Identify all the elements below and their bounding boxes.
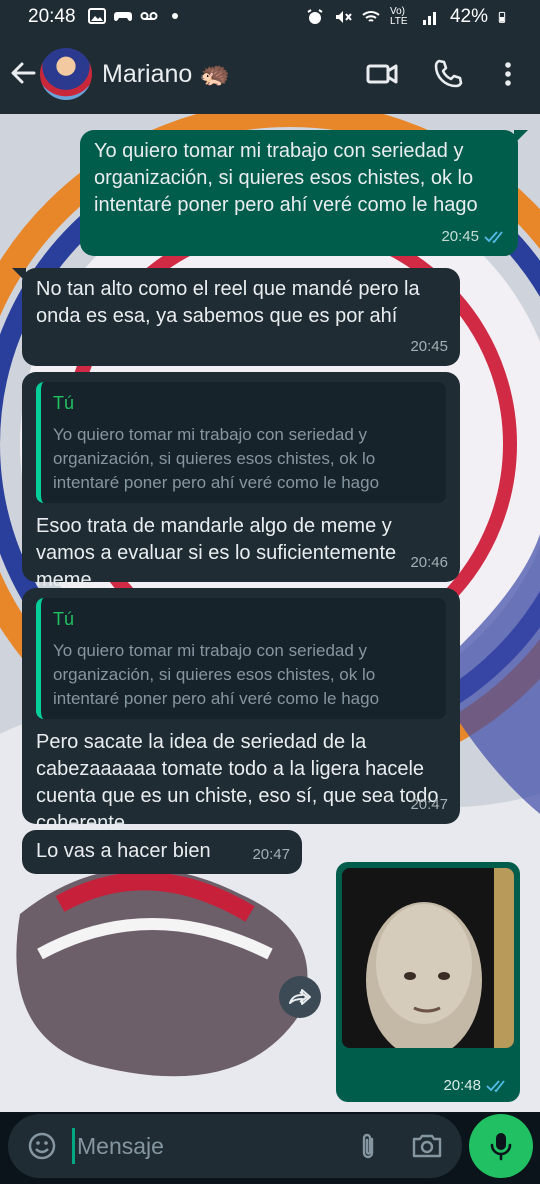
message-bubble-incoming-reply[interactable]: Tú Yo quiero tomar mi trabajo con seried…	[22, 372, 460, 591]
message-time: 20:45	[410, 338, 448, 355]
status-time: 20:48	[28, 6, 76, 27]
emoji-icon[interactable]	[26, 1130, 58, 1162]
message-bubble-outgoing[interactable]: Yo quiero tomar mi trabajo con seriedad …	[80, 130, 528, 256]
message-time: 20:47	[410, 796, 448, 813]
signal-icon	[422, 12, 436, 25]
message-time: 20:46	[410, 554, 448, 571]
battery-percent: 42%	[449, 6, 488, 27]
chat-header: Mariano 🦔	[0, 36, 540, 114]
image-thumbnail[interactable]	[342, 868, 514, 1048]
status-bar: 20:48 Vo) LTE 42%	[0, 0, 540, 36]
message-time: 20:45	[441, 228, 479, 245]
voice-message-button[interactable]	[469, 1114, 533, 1178]
message-text: Esoo trata de mandarle algo de meme y va…	[36, 515, 402, 591]
attach-icon[interactable]	[352, 1130, 384, 1162]
more-options-icon[interactable]	[490, 56, 526, 92]
message-bubble-incoming-reply[interactable]: Tú Yo quiero tomar mi trabajo con seried…	[22, 588, 460, 834]
message-text: Lo vas a hacer bien	[36, 840, 211, 862]
microphone-icon	[490, 1133, 512, 1161]
message-input-container	[8, 1114, 462, 1178]
read-ticks-icon	[484, 230, 503, 243]
quote-text: Yo quiero tomar mi trabajo con seriedad …	[53, 425, 380, 492]
quoted-message[interactable]: Tú Yo quiero tomar mi trabajo con seried…	[36, 382, 446, 503]
back-arrow-icon[interactable]	[8, 58, 38, 88]
wifi-icon	[362, 11, 380, 22]
message-text: No tan alto como el reel que mandé pero …	[36, 278, 426, 327]
contact-name[interactable]: Mariano 🦔	[102, 60, 230, 89]
message-composer	[0, 1112, 540, 1184]
quote-author: Tú	[53, 393, 75, 413]
message-bubble-incoming[interactable]: Lo vas a hacer bien 20:47	[22, 830, 302, 874]
voice-call-icon[interactable]	[430, 56, 466, 92]
read-ticks-icon	[486, 1079, 505, 1092]
gamepad-icon	[114, 12, 132, 21]
gallery-icon	[88, 8, 106, 24]
voicemail-icon	[140, 12, 158, 20]
dot-icon	[172, 13, 178, 19]
alarm-icon	[307, 9, 323, 24]
image-message[interactable]: 20:48	[336, 862, 520, 1102]
forward-button[interactable]	[279, 976, 321, 1018]
quote-text: Yo quiero tomar mi trabajo con seriedad …	[53, 641, 380, 708]
chat-area[interactable]: Yo quiero tomar mi trabajo con seriedad …	[0, 114, 540, 1112]
quote-author: Tú	[53, 609, 75, 629]
message-input[interactable]	[72, 1128, 342, 1164]
message-time: 20:48	[443, 1077, 481, 1094]
video-call-icon[interactable]	[364, 56, 400, 92]
message-text: Yo quiero tomar mi trabajo con seriedad …	[94, 140, 479, 216]
contact-avatar[interactable]	[40, 48, 92, 100]
mute-icon	[335, 11, 352, 23]
message-bubble-incoming[interactable]: No tan alto como el reel que mandé pero …	[12, 268, 460, 366]
network-label: Vo) LTE	[389, 6, 408, 27]
quoted-message[interactable]: Tú Yo quiero tomar mi trabajo con seried…	[36, 598, 446, 719]
forward-icon	[289, 989, 311, 1005]
battery-icon	[498, 11, 506, 23]
message-time: 20:47	[252, 846, 290, 863]
camera-icon[interactable]	[410, 1130, 444, 1162]
message-text: Pero sacate la idea de seriedad de la ca…	[36, 731, 445, 834]
